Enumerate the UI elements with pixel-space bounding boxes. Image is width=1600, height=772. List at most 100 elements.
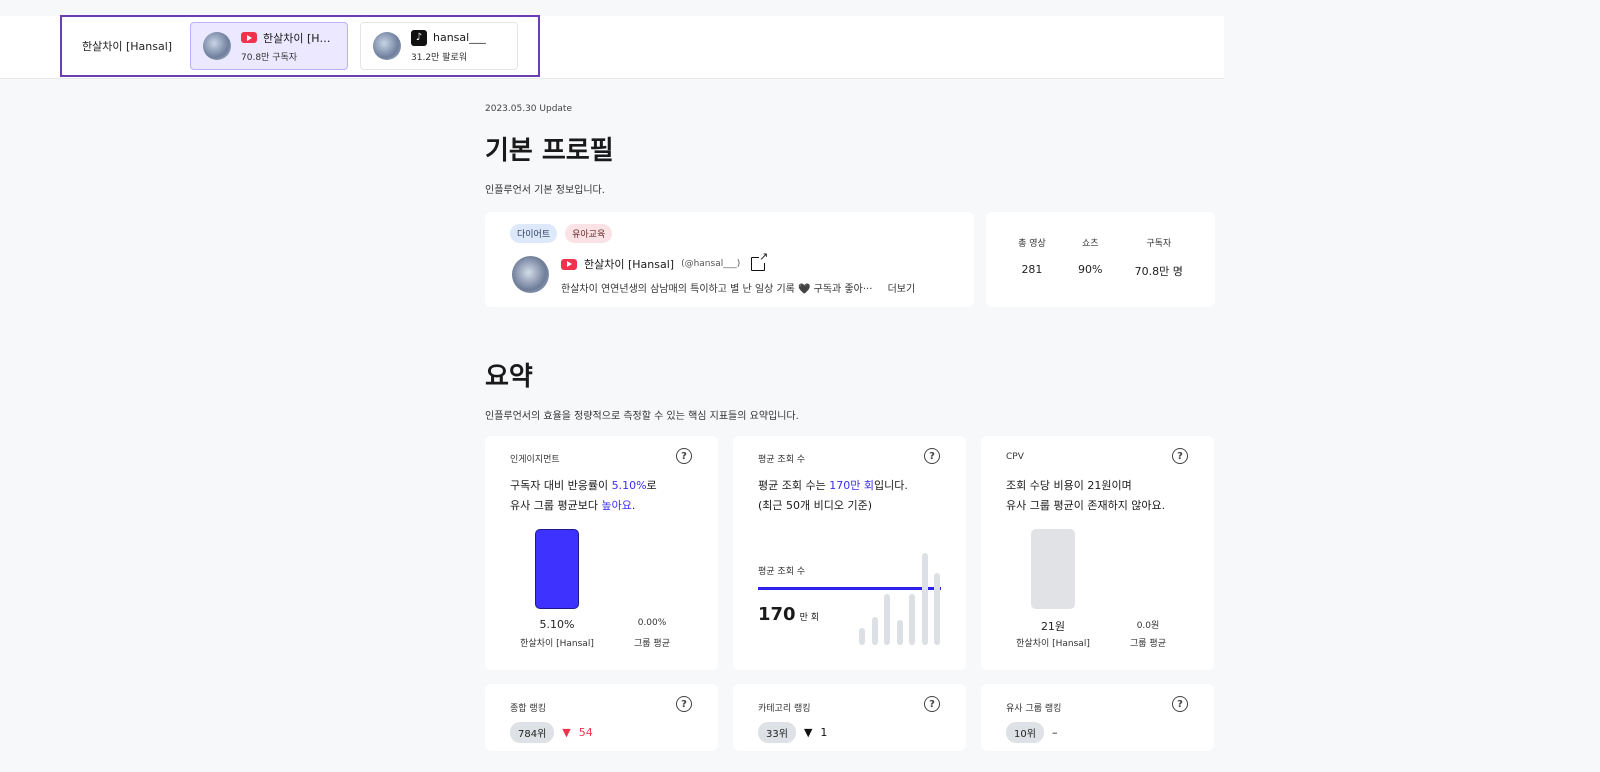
stat-label: 쇼츠: [1081, 239, 1099, 249]
views-bar: [909, 594, 915, 645]
text-part: 유사 그룹 평균이 존재하지 않아요.: [1006, 499, 1166, 512]
self-value: 21원: [1040, 620, 1066, 633]
section-description: 인플루언서의 효율을 정량적으로 측정할 수 있는 핵심 지표들의 요약입니다.: [485, 411, 799, 422]
engagement-bar-self: [535, 529, 579, 609]
ranking-card-category: 카테고리 랭킹 ? 33위 ▼ 1: [733, 684, 966, 751]
rank-badge: 784위: [510, 722, 555, 743]
external-link-icon[interactable]: [751, 251, 769, 271]
engagement-card: 인게이지먼트 ? 구독자 대비 반응률이 5.10%로 유사 그룹 평균보다 높…: [485, 436, 718, 670]
views-bar: [884, 594, 890, 645]
channel-tab-tiktok[interactable]: ♪ hansal___ 31.2만 팔로워: [360, 22, 518, 70]
help-icon[interactable]: ?: [676, 448, 692, 464]
group-label: 그룹 평균: [634, 639, 670, 649]
rank-change: 54: [578, 726, 593, 739]
text-part: .: [631, 499, 636, 512]
rank-change: 1: [820, 726, 828, 739]
stat-shorts: 쇼츠 90%: [1078, 236, 1102, 279]
stat-total-videos: 총 영상 281: [1018, 236, 1046, 279]
profile-header: 2023.05.30 Update 기본 프로필 인플루언서 기본 정보입니다.: [485, 104, 1215, 196]
youtube-icon: [561, 258, 577, 270]
section-title-summary: 요약: [485, 362, 533, 392]
views-unit: 만 회: [799, 613, 819, 623]
text-part: 조회 수당 비용이 21원이며: [1006, 479, 1132, 492]
ranking-card-similar-group: 유사 그룹 랭킹 ? 10위 –: [981, 684, 1214, 751]
section-title-profile: 기본 프로필: [485, 136, 614, 166]
channel-tab-youtube[interactable]: 한살차이 [Han··· 70.8만 구독자: [190, 22, 348, 70]
channel-selector: 한살차이 [Hansal] 한살차이 [Han··· 70.8만 구독자 ♪ h…: [60, 15, 540, 77]
rank-change: –: [1051, 726, 1058, 739]
rank-badge: 10위: [1006, 722, 1044, 743]
metric-text: 평균 조회 수는 170만 회입니다. (최근 50개 비디오 기준): [758, 476, 908, 516]
ranking-label: 종합 랭킹: [510, 704, 546, 714]
ranking-label: 카테고리 랭킹: [758, 704, 811, 714]
text-part: 유사 그룹 평균보다: [510, 499, 602, 512]
channel-name: 한살차이 [Han···: [263, 31, 337, 45]
channel-followers: 31.2만 팔로워: [411, 52, 468, 63]
stats-card: 총 영상 281 쇼츠 90% 구독자 70.8만 명: [986, 212, 1215, 307]
group-name: 한살차이 [Hansal]: [82, 40, 173, 53]
profile-card: 다이어트 유아교육 한살차이 [Hansal] (@hansal___) 한살차…: [485, 212, 974, 307]
tiktok-icon: ♪: [411, 29, 427, 46]
stat-value: 281: [1021, 263, 1043, 276]
self-value: 5.10%: [539, 618, 575, 631]
rank-badge: 33위: [758, 722, 796, 743]
views-number: 170: [758, 604, 796, 625]
text-part: 평균 조회 수는: [758, 479, 830, 492]
stat-subscribers: 구독자 70.8만 명: [1135, 236, 1183, 279]
ranking-label: 유사 그룹 랭킹: [1006, 704, 1062, 714]
profile-name: 한살차이 [Hansal]: [584, 258, 675, 271]
views-bar: [896, 620, 903, 645]
avg-views-card: 평균 조회 수 ? 평균 조회 수는 170만 회입니다. (최근 50개 비디…: [733, 436, 966, 670]
avatar: [203, 32, 231, 60]
category-tag: 다이어트: [510, 224, 558, 243]
avg-views-value: 170 만 회: [758, 604, 819, 625]
cpv-bar-self: [1031, 529, 1075, 609]
self-label: 한살차이 [Hansal]: [1016, 639, 1090, 649]
channel-name: hansal___: [433, 31, 486, 44]
category-tag: 유아교육: [565, 224, 613, 243]
group-value: 0.0원: [1136, 621, 1160, 631]
rank-down-icon: ▼: [562, 726, 571, 739]
stat-label: 총 영상: [1018, 239, 1046, 249]
views-bar: [921, 553, 928, 645]
text-part: 구독자 대비 반응률이: [510, 479, 612, 492]
help-icon[interactable]: ?: [1172, 696, 1188, 712]
group-label: 그룹 평균: [1130, 639, 1166, 649]
text-part: (최근 50개 비디오 기준): [758, 499, 873, 512]
metric-text: 조회 수당 비용이 21원이며 유사 그룹 평균이 존재하지 않아요.: [1006, 476, 1165, 516]
avg-line: [758, 587, 941, 590]
cpv-card: CPV ? 조회 수당 비용이 21원이며 유사 그룹 평균이 존재하지 않아요…: [981, 436, 1214, 670]
help-icon[interactable]: ?: [924, 696, 940, 712]
help-icon[interactable]: ?: [676, 696, 692, 712]
text-part: 로: [646, 479, 657, 492]
profile-handle: (@hansal___): [681, 259, 741, 269]
avatar: [512, 256, 549, 293]
metric-label: 평균 조회 수: [758, 455, 806, 465]
metric-label: 인게이지먼트: [510, 455, 560, 465]
stat-value: 70.8만 명: [1134, 265, 1183, 278]
profile-bio: 한살차이 연연년생의 삼남매의 특이하고 별 난 일상 기록 🖤 구독과 좋아·…: [561, 284, 873, 295]
ranking-card-overall: 종합 랭킹 ? 784위 ▼ 54: [485, 684, 718, 751]
stat-value: 90%: [1078, 263, 1103, 276]
group-value: 0.00%: [637, 618, 667, 628]
self-label: 한살차이 [Hansal]: [520, 639, 594, 649]
help-icon[interactable]: ?: [924, 448, 940, 464]
views-bar: [871, 617, 878, 645]
avg-line-label: 평균 조회 수: [758, 567, 806, 577]
highlight-text: 5.10%: [611, 479, 647, 492]
more-link[interactable]: 더보기: [888, 284, 916, 295]
highlight-text: 높아요: [601, 499, 632, 512]
youtube-icon: [241, 32, 257, 43]
update-date: 2023.05.30 Update: [485, 104, 572, 114]
section-description: 인플루언서 기본 정보입니다.: [485, 185, 605, 196]
metric-label: CPV: [1006, 452, 1024, 462]
views-bar: [934, 573, 940, 645]
help-icon[interactable]: ?: [1172, 448, 1188, 464]
metric-text: 구독자 대비 반응률이 5.10%로 유사 그룹 평균보다 높아요.: [510, 476, 657, 516]
channel-followers: 70.8만 구독자: [241, 52, 298, 63]
text-part: 입니다.: [873, 479, 908, 492]
views-bar: [859, 628, 865, 645]
highlight-text: 170만 회: [829, 479, 874, 492]
rank-down-icon: ▼: [803, 726, 813, 739]
avatar: [373, 32, 401, 60]
